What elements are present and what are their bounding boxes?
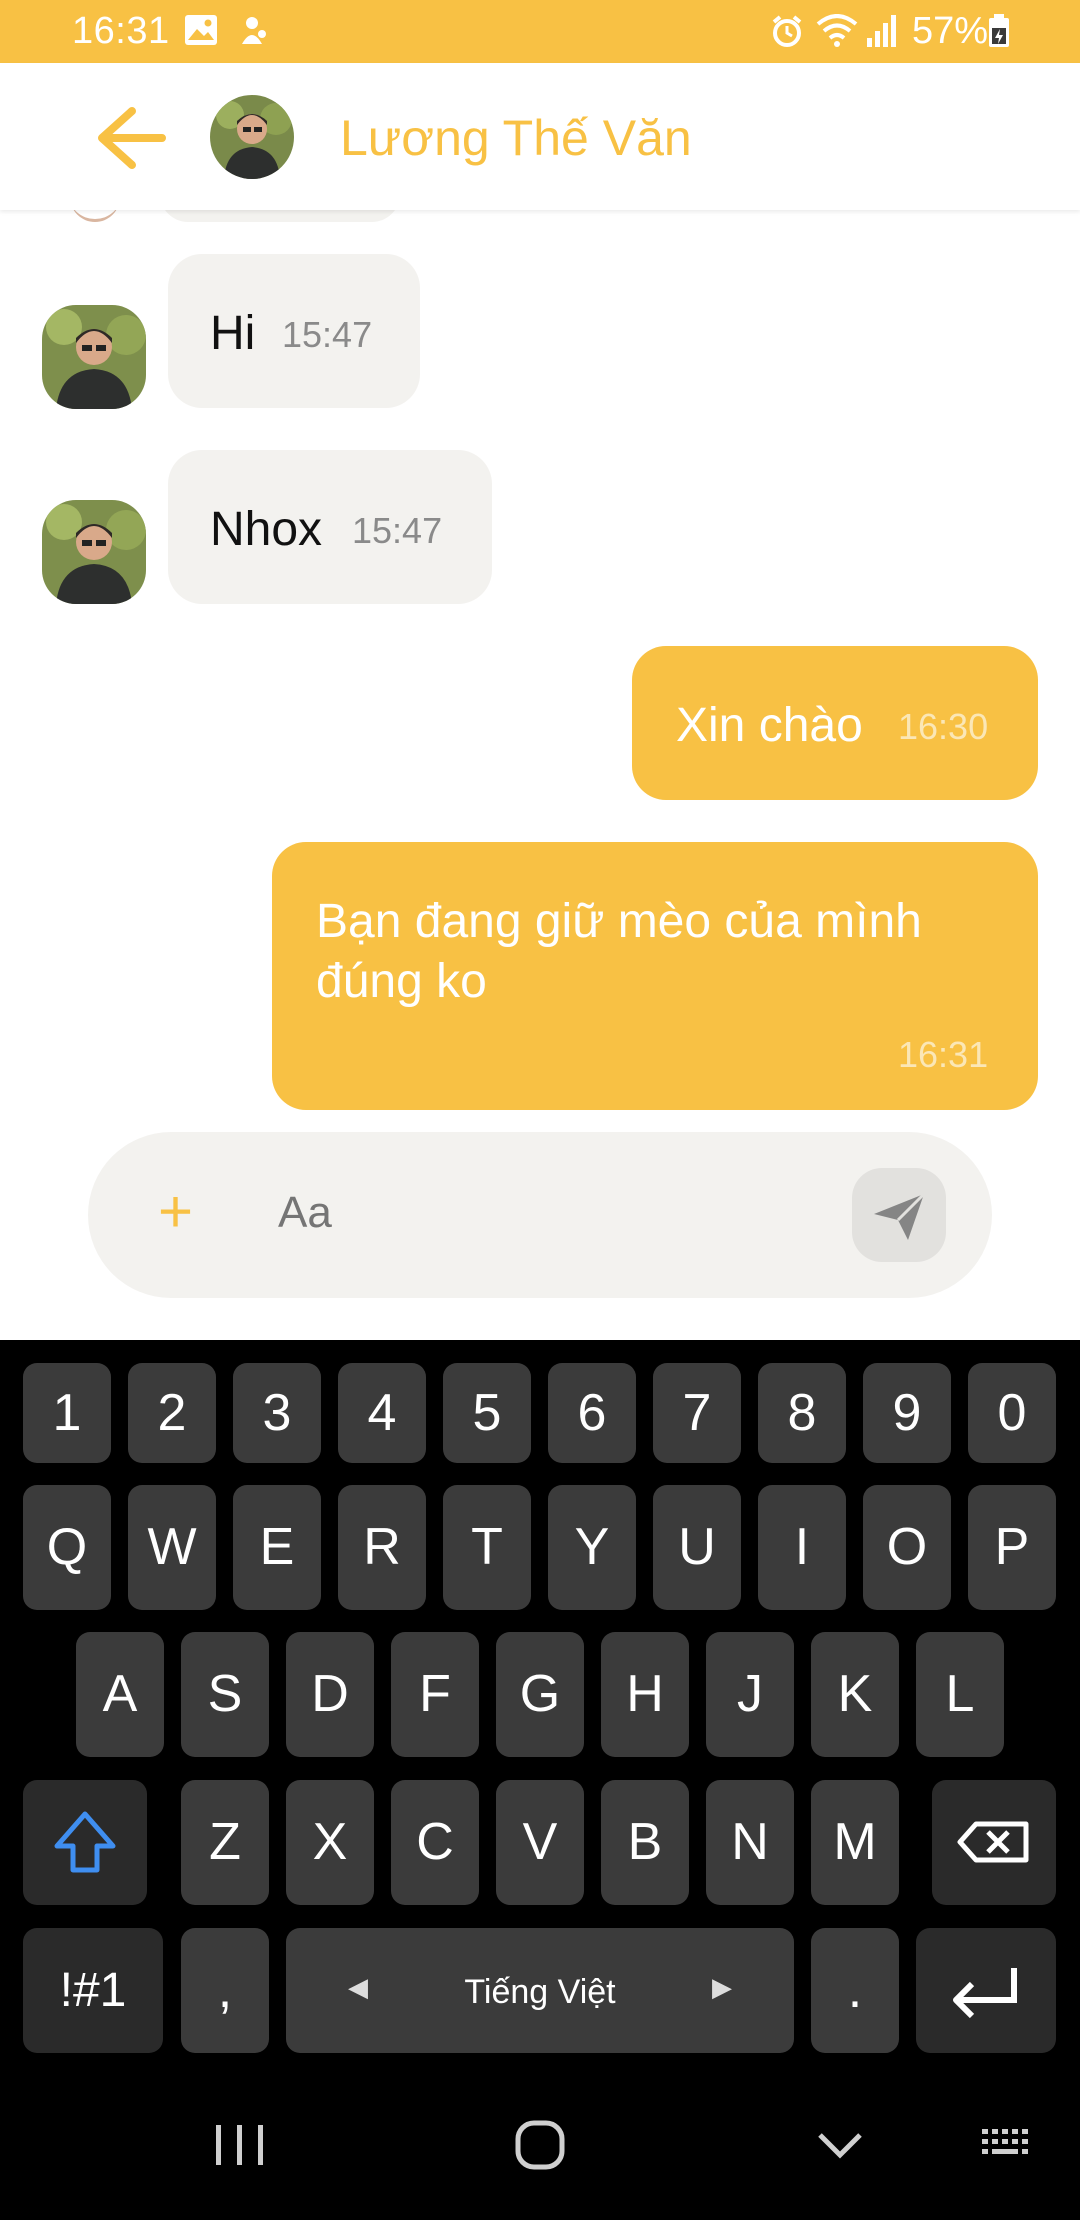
language-next-icon: ▶ bbox=[712, 1972, 732, 2002]
key-u[interactable]: U bbox=[653, 1485, 741, 1610]
key-6[interactable]: 6 bbox=[548, 1363, 636, 1463]
sender-avatar[interactable] bbox=[42, 500, 146, 604]
key-n[interactable]: N bbox=[706, 1780, 794, 1905]
key-0[interactable]: 0 bbox=[968, 1363, 1056, 1463]
home-button[interactable] bbox=[510, 2115, 570, 2175]
key-o[interactable]: O bbox=[863, 1485, 951, 1610]
key-j[interactable]: J bbox=[706, 1632, 794, 1757]
message-text: Xin chào bbox=[676, 699, 863, 752]
key-d[interactable]: D bbox=[286, 1632, 374, 1757]
backspace-key[interactable] bbox=[932, 1780, 1056, 1905]
wifi-icon bbox=[816, 14, 858, 53]
recents-icon bbox=[216, 2125, 263, 2165]
message-list[interactable]: Hi 15:47 Nhox 15:47 Xin chào 16:30 Bạn đ… bbox=[0, 210, 1080, 1130]
add-attachment-button[interactable]: + bbox=[158, 1182, 193, 1242]
recents-button[interactable] bbox=[210, 2115, 270, 2175]
period-key[interactable]: . bbox=[811, 1928, 899, 2053]
message-text: Nhox bbox=[210, 503, 323, 556]
message-text-line2: đúng ko bbox=[316, 955, 487, 1008]
avatar bbox=[70, 210, 120, 222]
key-3[interactable]: 3 bbox=[233, 1363, 321, 1463]
key-5[interactable]: 5 bbox=[443, 1363, 531, 1463]
message-time: 16:30 bbox=[898, 706, 989, 747]
hide-keyboard-button[interactable] bbox=[810, 2115, 870, 2175]
key-h[interactable]: H bbox=[601, 1632, 689, 1757]
battery-icon bbox=[988, 14, 1010, 53]
key-z[interactable]: Z bbox=[181, 1780, 269, 1905]
key-r[interactable]: R bbox=[338, 1485, 426, 1610]
key-e[interactable]: E bbox=[233, 1485, 321, 1610]
key-4[interactable]: 4 bbox=[338, 1363, 426, 1463]
key-1[interactable]: 1 bbox=[23, 1363, 111, 1463]
signal-icon bbox=[866, 14, 898, 53]
key-w[interactable]: W bbox=[128, 1485, 216, 1610]
outgoing-message-bubble[interactable]: Bạn đang giữ mèo của mình đúng ko 16:31 bbox=[272, 842, 1038, 1110]
key-8[interactable]: 8 bbox=[758, 1363, 846, 1463]
key-7[interactable]: 7 bbox=[653, 1363, 741, 1463]
message-time: 15:47 bbox=[282, 314, 373, 355]
key-p[interactable]: P bbox=[968, 1485, 1056, 1610]
key-g[interactable]: G bbox=[496, 1632, 584, 1757]
contact-name: Lương Thế Văn bbox=[340, 110, 692, 166]
key-q[interactable]: Q bbox=[23, 1485, 111, 1610]
send-icon bbox=[874, 1192, 926, 1240]
alarm-icon bbox=[770, 14, 804, 53]
incoming-message-bubble[interactable]: Nhox 15:47 bbox=[168, 450, 492, 604]
key-x[interactable]: X bbox=[286, 1780, 374, 1905]
back-button[interactable] bbox=[92, 103, 172, 173]
key-s[interactable]: S bbox=[181, 1632, 269, 1757]
key-b[interactable]: B bbox=[601, 1780, 689, 1905]
message-input[interactable] bbox=[278, 1188, 838, 1238]
message-bubble-partial bbox=[160, 210, 400, 222]
key-y[interactable]: Y bbox=[548, 1485, 636, 1610]
symbols-key[interactable]: !#1 bbox=[23, 1928, 163, 2053]
shift-key[interactable] bbox=[23, 1780, 147, 1905]
keyboard-icon bbox=[982, 2129, 1028, 2154]
shift-arrow-icon bbox=[54, 1811, 116, 1873]
status-time: 16:31 bbox=[72, 10, 170, 52]
message-composer: + bbox=[88, 1132, 992, 1298]
key-v[interactable]: V bbox=[496, 1780, 584, 1905]
enter-icon bbox=[953, 1968, 1017, 2019]
message-text: Hi bbox=[210, 307, 256, 360]
key-f[interactable]: F bbox=[391, 1632, 479, 1757]
chevron-down-icon bbox=[818, 2133, 862, 2159]
arrow-left-icon bbox=[98, 107, 166, 169]
key-a[interactable]: A bbox=[76, 1632, 164, 1757]
enter-key[interactable] bbox=[916, 1928, 1056, 2053]
send-button[interactable] bbox=[852, 1168, 946, 1262]
home-icon bbox=[515, 2120, 565, 2170]
key-m[interactable]: M bbox=[811, 1780, 899, 1905]
sender-avatar[interactable] bbox=[42, 305, 146, 409]
incoming-message-bubble[interactable]: Hi 15:47 bbox=[168, 254, 420, 408]
notification-icon bbox=[236, 14, 268, 53]
outgoing-message-bubble[interactable]: Xin chào 16:30 bbox=[632, 646, 1038, 800]
backspace-icon bbox=[957, 1821, 1029, 1863]
system-nav-bar bbox=[0, 2075, 1080, 2220]
message-text-line1: Bạn đang giữ mèo của mình bbox=[316, 895, 922, 948]
key-i[interactable]: I bbox=[758, 1485, 846, 1610]
battery-percent: 57% bbox=[912, 10, 989, 52]
message-time: 15:47 bbox=[352, 510, 443, 551]
keyboard-switch-button[interactable] bbox=[980, 2121, 1036, 2171]
comma-key[interactable]: , bbox=[181, 1928, 269, 2053]
status-bar: 16:31 57% bbox=[0, 0, 1080, 63]
contact-avatar[interactable] bbox=[210, 95, 294, 179]
key-k[interactable]: K bbox=[811, 1632, 899, 1757]
keyboard: 1 2 3 4 5 6 7 8 9 0 Q W E R T Y U I O P … bbox=[0, 1340, 1080, 2075]
space-key[interactable]: ◀ Tiếng Việt ▶ bbox=[286, 1928, 794, 2053]
gallery-icon bbox=[184, 14, 218, 51]
key-l[interactable]: L bbox=[916, 1632, 1004, 1757]
key-9[interactable]: 9 bbox=[863, 1363, 951, 1463]
key-c[interactable]: C bbox=[391, 1780, 479, 1905]
chat-header: Lương Thế Văn bbox=[0, 63, 1080, 210]
key-2[interactable]: 2 bbox=[128, 1363, 216, 1463]
key-t[interactable]: T bbox=[443, 1485, 531, 1610]
message-time: 16:31 bbox=[898, 1034, 989, 1075]
